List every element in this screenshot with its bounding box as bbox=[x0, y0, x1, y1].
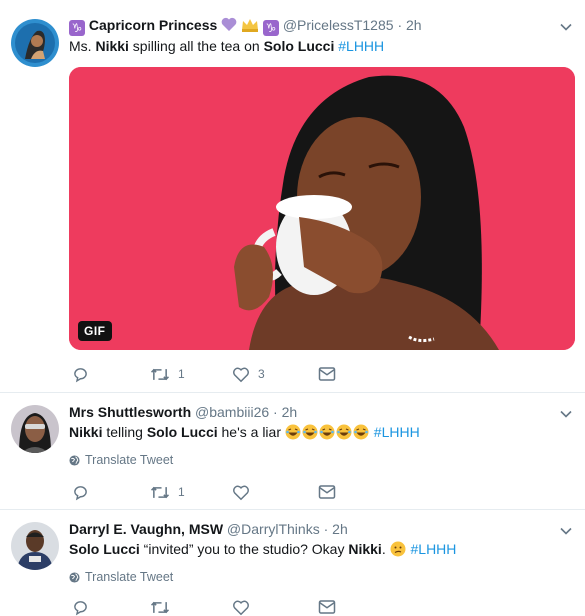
emoji-laugh-icon bbox=[319, 424, 335, 440]
capricorn-sign-icon: ♑ bbox=[69, 20, 85, 36]
retweet-icon bbox=[150, 368, 170, 380]
timestamp[interactable]: 2h bbox=[332, 521, 348, 537]
dm-button[interactable] bbox=[318, 483, 336, 501]
retweet-icon bbox=[150, 486, 170, 498]
reply-icon bbox=[74, 485, 87, 500]
emoji-laugh-icon bbox=[285, 424, 301, 440]
tweet-header: ♑ Capricorn Princess ♑ @PricelessT1285 ·… bbox=[69, 16, 422, 36]
purple-heart-icon bbox=[221, 17, 237, 31]
retweet-button[interactable]: 1 bbox=[150, 365, 232, 383]
avatar[interactable] bbox=[11, 19, 59, 67]
hashtag-link[interactable]: #LHHH bbox=[411, 541, 457, 557]
avatar[interactable] bbox=[11, 522, 59, 570]
globe-icon bbox=[69, 454, 80, 466]
highlight-term: Nikki bbox=[348, 541, 382, 557]
tweet-actions: 1 3 bbox=[72, 365, 336, 383]
tweet-actions-partial bbox=[72, 598, 336, 616]
capricorn-sign-icon-2: ♑ bbox=[262, 20, 279, 36]
retweet-icon bbox=[150, 601, 170, 613]
tweet-text: Solo Lucci “invited” you to the studio? … bbox=[69, 540, 456, 559]
chevron-down-icon[interactable] bbox=[559, 20, 573, 34]
highlight-term: Solo Lucci bbox=[69, 541, 140, 557]
translate-tweet-link[interactable]: Translate Tweet bbox=[69, 570, 173, 584]
translate-tweet-link[interactable]: Translate Tweet bbox=[69, 453, 173, 467]
crown-icon bbox=[242, 19, 259, 32]
retweet-count: 1 bbox=[178, 367, 185, 381]
text-part: . bbox=[381, 541, 390, 557]
reply-button[interactable] bbox=[72, 483, 150, 501]
hashtag-link[interactable]: #LHHH bbox=[374, 424, 420, 440]
separator-dot: · bbox=[323, 521, 329, 537]
reply-button[interactable] bbox=[72, 365, 150, 383]
text-part: spilling all the tea on bbox=[128, 38, 264, 54]
heart-icon bbox=[233, 600, 249, 615]
retweet-button[interactable] bbox=[150, 598, 232, 616]
user-handle[interactable]: @bambiii26 bbox=[195, 404, 269, 420]
like-button[interactable] bbox=[232, 483, 318, 501]
like-button[interactable]: 3 bbox=[232, 365, 318, 383]
heart-icon bbox=[233, 367, 249, 382]
gif-media[interactable]: GIF bbox=[69, 67, 575, 350]
emoji-laugh-icon bbox=[336, 424, 352, 440]
emoji-laugh-icon bbox=[353, 424, 369, 440]
tweet-header: Darryl E. Vaughn, MSW @DarrylThinks · 2h bbox=[69, 520, 348, 538]
globe-icon bbox=[69, 571, 80, 583]
display-name[interactable]: Darryl E. Vaughn, MSW bbox=[69, 521, 223, 537]
dm-button[interactable] bbox=[318, 598, 336, 616]
like-button[interactable] bbox=[232, 598, 318, 616]
dm-icon bbox=[318, 600, 336, 614]
hashtag-link[interactable]: #LHHH bbox=[338, 38, 384, 54]
tweet-3[interactable]: Darryl E. Vaughn, MSW @DarrylThinks · 2h… bbox=[0, 509, 585, 615]
reply-icon bbox=[74, 367, 87, 382]
text-part: “invited” you to the studio? Okay bbox=[139, 541, 349, 557]
emoji-confused-icon bbox=[390, 541, 406, 557]
separator-dot: · bbox=[273, 404, 278, 420]
dm-icon bbox=[318, 367, 336, 381]
tweet-2[interactable]: Mrs Shuttlesworth @bambiii26 · 2h Nikki … bbox=[0, 392, 585, 509]
tweet-1[interactable]: ♑ Capricorn Princess ♑ @PricelessT1285 ·… bbox=[0, 0, 585, 392]
dm-icon bbox=[318, 485, 336, 499]
text-part: Ms. bbox=[69, 38, 96, 54]
highlight-term: Nikki bbox=[95, 38, 129, 54]
gif-badge: GIF bbox=[78, 321, 112, 341]
retweet-count: 1 bbox=[178, 485, 185, 499]
reply-button[interactable] bbox=[72, 598, 150, 616]
highlight-term: Solo Lucci bbox=[146, 424, 218, 440]
display-name[interactable]: Mrs Shuttlesworth bbox=[69, 404, 191, 420]
text-part: telling bbox=[102, 424, 147, 440]
gif-frame-image bbox=[69, 67, 575, 350]
translate-label: Translate Tweet bbox=[85, 453, 174, 467]
avatar[interactable] bbox=[11, 405, 59, 453]
like-count: 3 bbox=[258, 367, 265, 381]
emoji-laugh-icon bbox=[302, 424, 318, 440]
display-name[interactable]: Capricorn Princess bbox=[89, 17, 217, 33]
user-handle[interactable]: @PricelessT1285 bbox=[283, 17, 394, 33]
user-handle[interactable]: @DarrylThinks bbox=[227, 521, 320, 537]
retweet-button[interactable]: 1 bbox=[150, 483, 232, 501]
separator-dot: · bbox=[397, 17, 403, 33]
heart-icon bbox=[233, 485, 249, 500]
timestamp[interactable]: 2h bbox=[406, 17, 422, 33]
highlight-term: Solo Lucci bbox=[263, 38, 335, 54]
highlight-term: Nikki bbox=[69, 424, 103, 440]
chevron-down-icon[interactable] bbox=[559, 407, 573, 421]
translate-label: Translate Tweet bbox=[85, 570, 174, 584]
text-part: he's a liar bbox=[217, 424, 285, 440]
reply-icon bbox=[74, 600, 87, 615]
chevron-down-icon[interactable] bbox=[559, 524, 573, 538]
tweet-actions: 1 bbox=[72, 483, 336, 501]
dm-button[interactable] bbox=[318, 365, 336, 383]
tweet-text: Ms. Nikki spilling all the tea on Solo L… bbox=[69, 37, 384, 56]
timestamp[interactable]: 2h bbox=[282, 404, 298, 420]
tweet-header: Mrs Shuttlesworth @bambiii26 · 2h bbox=[69, 403, 297, 421]
tweet-text: Nikki telling Solo Lucci he's a liar #LH… bbox=[69, 423, 420, 442]
